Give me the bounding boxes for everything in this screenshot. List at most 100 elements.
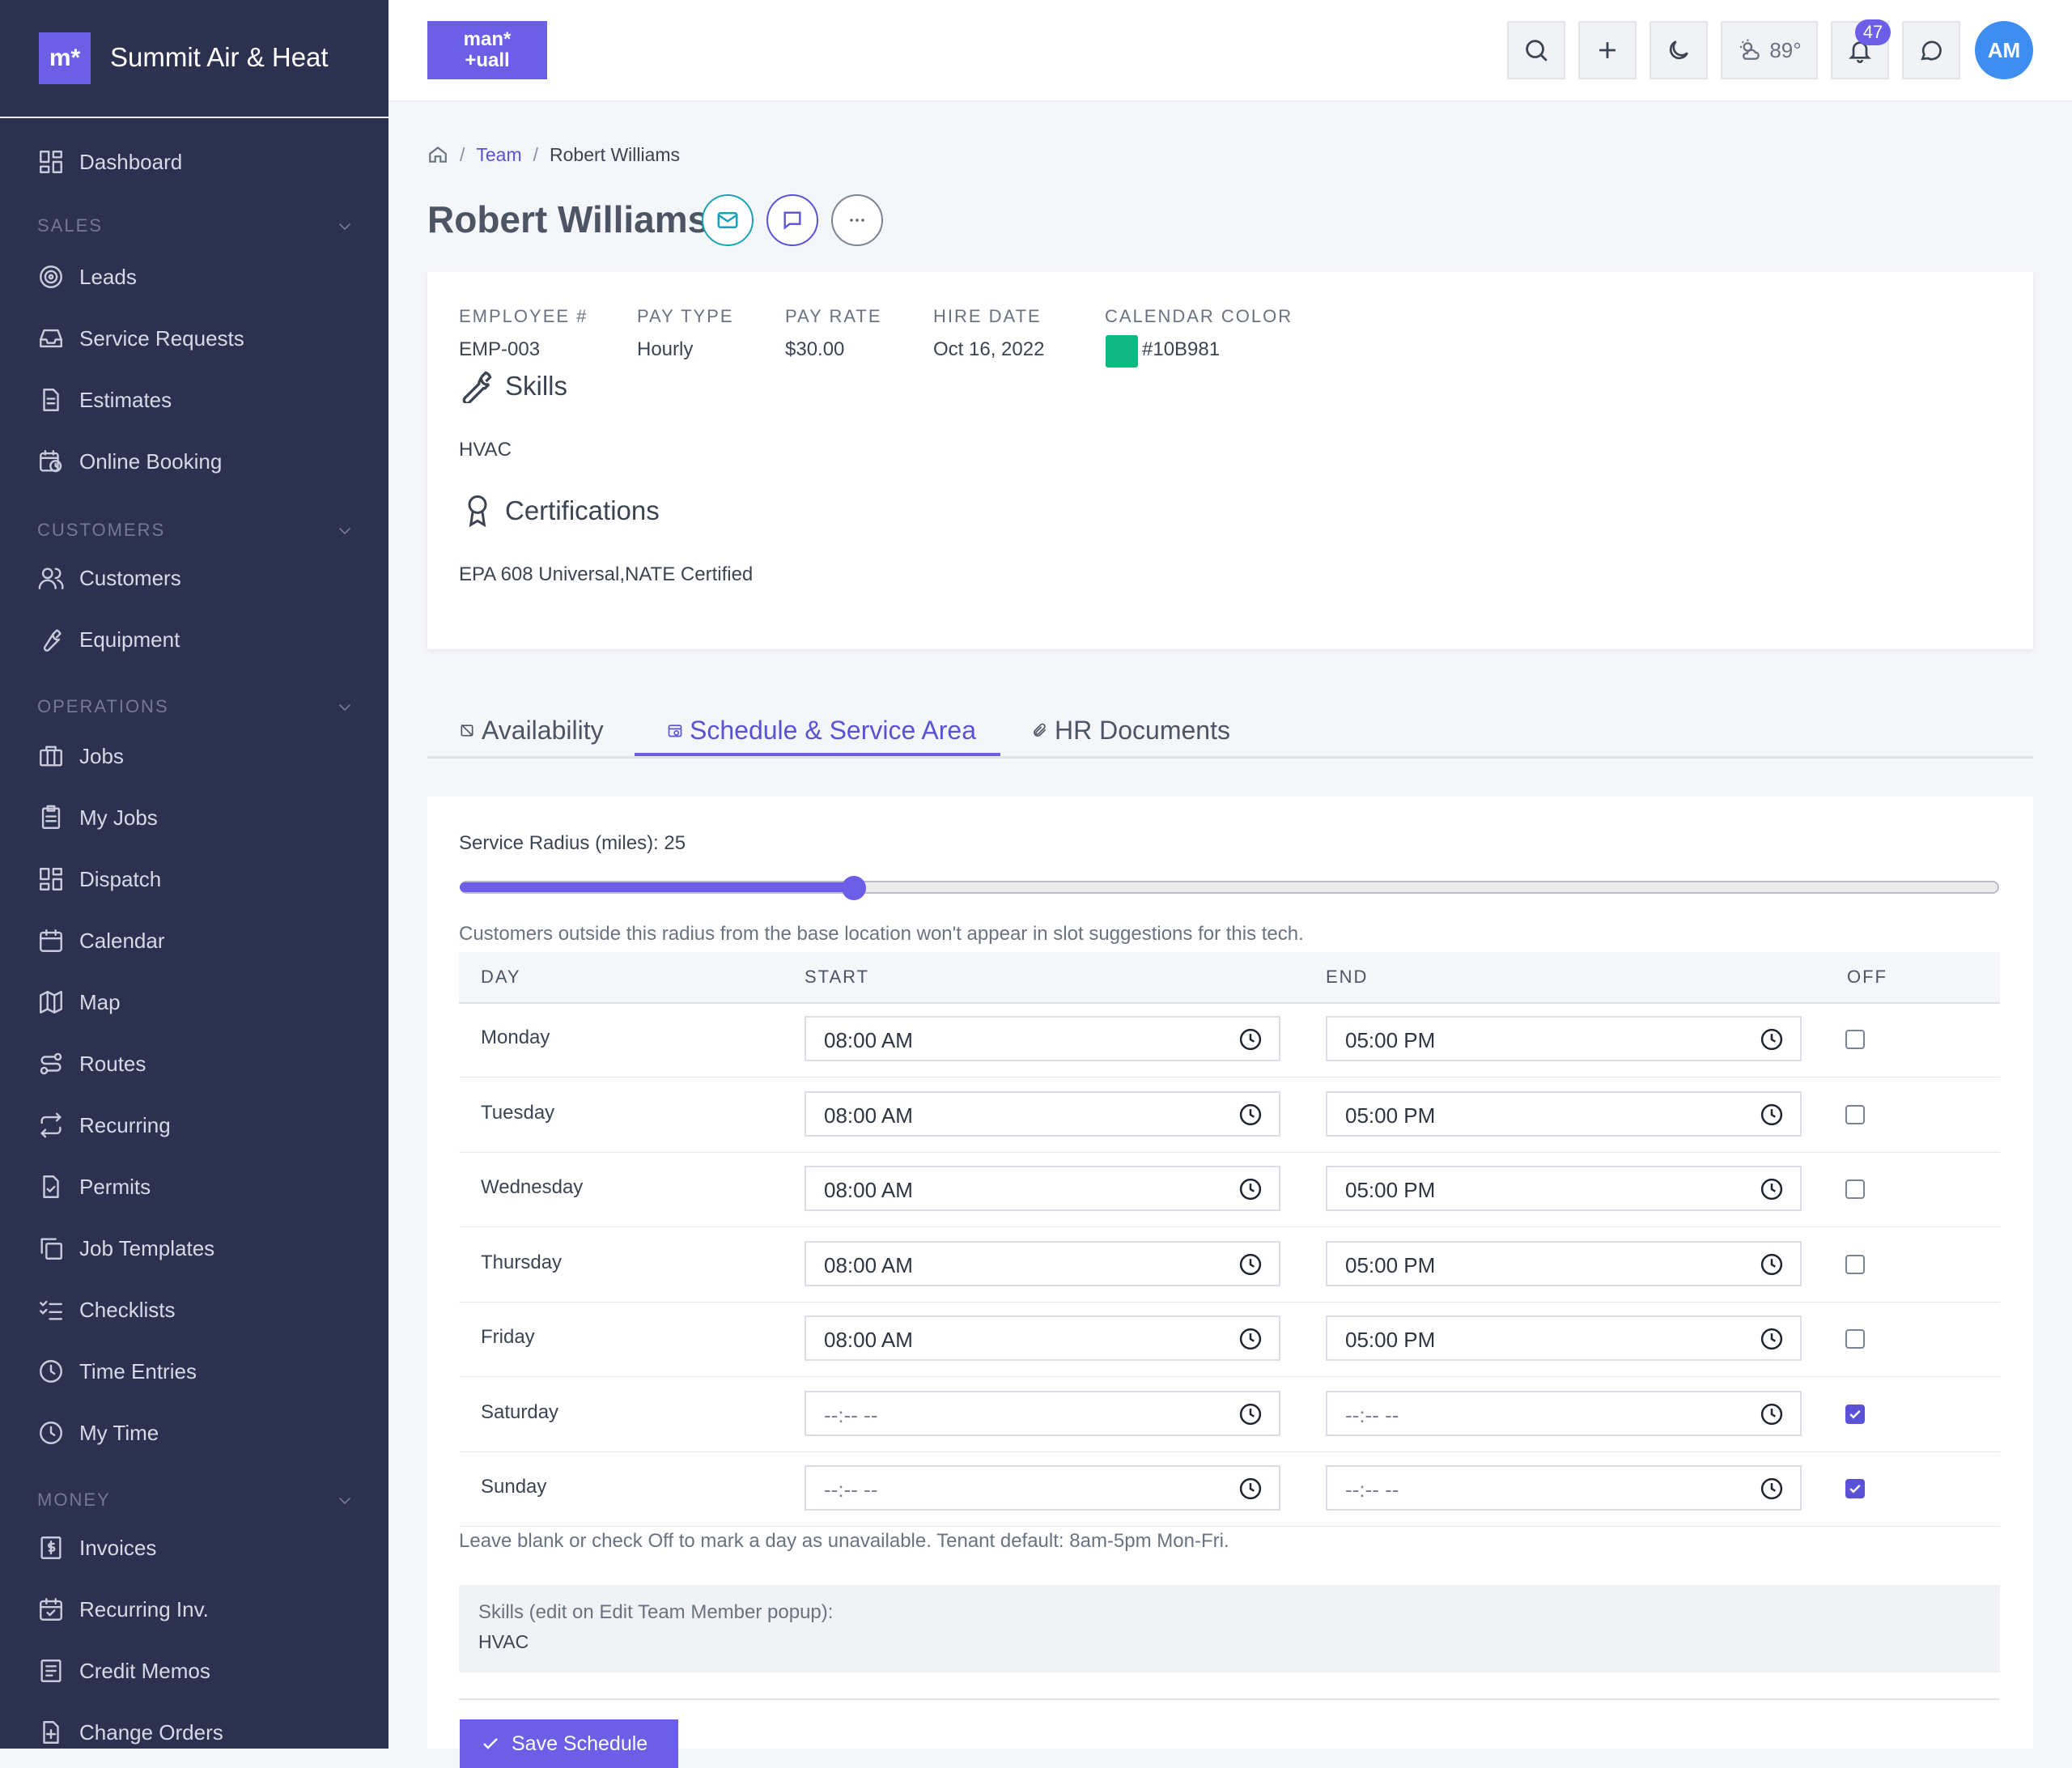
end-time-input[interactable]: --:-- -- xyxy=(1326,1390,1802,1436)
clock-icon[interactable] xyxy=(1238,1477,1263,1501)
start-time-input[interactable]: 08:00 AM xyxy=(805,1016,1280,1061)
sidebar-item-checklists[interactable]: Checklists xyxy=(37,1290,175,1330)
sidebar-item-label: Permits xyxy=(79,1174,151,1199)
end-time-input[interactable]: --:-- -- xyxy=(1326,1465,1802,1511)
clock-icon[interactable] xyxy=(1238,1252,1263,1277)
clock-icon[interactable] xyxy=(1760,1477,1784,1501)
sidebar-item-calendar[interactable]: Calendar xyxy=(37,920,165,961)
tab-hr-documents[interactable]: HR Documents xyxy=(1032,704,1230,756)
clock-icon[interactable] xyxy=(1760,1177,1784,1201)
sidebar-item-permits[interactable]: Permits xyxy=(37,1167,151,1207)
brand[interactable]: m* Summit Air & Heat xyxy=(0,0,388,118)
clock-icon[interactable] xyxy=(1760,1327,1784,1351)
off-checkbox[interactable] xyxy=(1845,1104,1865,1124)
clipboard-icon xyxy=(41,805,61,829)
sidebar-section-sales[interactable]: SALES xyxy=(37,212,355,240)
tab-availability[interactable]: Availability xyxy=(459,704,604,756)
clock-icon[interactable] xyxy=(1238,1103,1263,1127)
sidebar-item-my-time[interactable]: My Time xyxy=(37,1413,159,1453)
calendar-color-value: #10B981 xyxy=(1142,338,1221,360)
sidebar-section-customers[interactable]: CUSTOMERS xyxy=(37,516,355,544)
skills-title: Skills xyxy=(505,371,568,401)
sidebar-item-credit-memos[interactable]: Credit Memos xyxy=(37,1651,210,1691)
app-logo-line1: man* xyxy=(463,28,512,50)
sidebar-item-label: Credit Memos xyxy=(79,1658,210,1683)
off-checkbox[interactable] xyxy=(1845,1254,1865,1274)
sidebar-item-recurring[interactable]: Recurring xyxy=(37,1105,171,1145)
repeat-icon xyxy=(40,1112,62,1138)
sidebar-item-my-jobs[interactable]: My Jobs xyxy=(37,797,158,838)
start-time-input[interactable]: 08:00 AM xyxy=(805,1240,1280,1286)
end-time-input[interactable]: 05:00 PM xyxy=(1326,1166,1802,1211)
more-actions-button[interactable] xyxy=(831,194,883,246)
end-time-input[interactable]: 05:00 PM xyxy=(1326,1016,1802,1061)
start-time-input[interactable]: 08:00 AM xyxy=(805,1166,1280,1211)
search-icon xyxy=(1526,40,1548,62)
search-button[interactable] xyxy=(1507,21,1565,79)
sidebar-item-recurring-inv[interactable]: Recurring Inv. xyxy=(37,1589,209,1630)
sidebar-item-customers[interactable]: Customers xyxy=(37,558,181,598)
sidebar-item-label: Equipment xyxy=(79,627,180,652)
app-logo[interactable]: man* +uall xyxy=(427,21,547,79)
end-time-input[interactable]: 05:00 PM xyxy=(1326,1090,1802,1137)
sidebar-section-label: SALES xyxy=(37,215,103,236)
service-radius-label: Service Radius (miles): 25 xyxy=(459,832,686,854)
off-checkbox[interactable] xyxy=(1845,1404,1865,1424)
wrench-icon xyxy=(460,368,495,403)
start-time-input[interactable]: 08:00 AM xyxy=(805,1090,1280,1137)
user-avatar[interactable]: AM xyxy=(1975,21,2033,79)
home-link[interactable] xyxy=(427,144,448,165)
sidebar-item-time-entries[interactable]: Time Entries xyxy=(37,1351,197,1392)
off-checkbox[interactable] xyxy=(1845,1030,1865,1049)
sidebar-item-job-templates[interactable]: Job Templates xyxy=(37,1228,214,1269)
start-time-input[interactable]: --:-- -- xyxy=(805,1390,1280,1436)
email-button[interactable] xyxy=(702,194,754,246)
weather-widget[interactable]: 89° xyxy=(1721,21,1818,79)
tab-schedule-service-area[interactable]: Schedule & Service Area xyxy=(667,704,976,756)
sidebar-item-label: Online Booking xyxy=(79,448,223,474)
grid-icon xyxy=(40,151,62,173)
dark-mode-toggle[interactable] xyxy=(1650,21,1708,79)
add-button[interactable] xyxy=(1578,21,1637,79)
end-time-input[interactable]: 05:00 PM xyxy=(1326,1315,1802,1361)
start-time-input[interactable]: 08:00 AM xyxy=(805,1315,1280,1361)
sidebar-item-service-requests[interactable]: Service Requests xyxy=(37,318,244,359)
sidebar-item-map[interactable]: Map xyxy=(37,982,121,1022)
message-button[interactable] xyxy=(766,194,818,246)
sidebar-item-change-orders[interactable]: Change Orders xyxy=(37,1712,223,1753)
sidebar-item-online-booking[interactable]: Online Booking xyxy=(37,441,222,482)
start-time-value: --:-- -- xyxy=(824,1402,878,1427)
sidebar-section-money[interactable]: MONEY xyxy=(37,1486,355,1514)
sidebar-section-operations[interactable]: OPERATIONS xyxy=(37,693,355,720)
off-checkbox[interactable] xyxy=(1845,1479,1865,1498)
sidebar-item-leads[interactable]: Leads xyxy=(37,257,137,297)
clock-icon[interactable] xyxy=(1238,1027,1263,1052)
clock-icon[interactable] xyxy=(1760,1252,1784,1277)
sidebar-item-invoices[interactable]: Invoices xyxy=(37,1528,156,1568)
chevron-down-icon xyxy=(339,528,350,534)
calendar-clock-icon xyxy=(40,450,62,473)
day-label: Wednesday xyxy=(481,1176,584,1198)
clock-icon[interactable] xyxy=(1238,1177,1263,1201)
off-checkbox[interactable] xyxy=(1845,1329,1865,1349)
clock-icon[interactable] xyxy=(1238,1402,1263,1426)
save-schedule-button[interactable]: Save Schedule xyxy=(460,1719,678,1768)
breadcrumb-team-link[interactable]: Team xyxy=(476,144,521,166)
clock-icon[interactable] xyxy=(1760,1027,1784,1052)
end-time-input[interactable]: 05:00 PM xyxy=(1326,1240,1802,1286)
sidebar-item-routes[interactable]: Routes xyxy=(37,1043,146,1084)
off-checkbox[interactable] xyxy=(1845,1179,1865,1199)
clock-icon[interactable] xyxy=(1760,1402,1784,1426)
schedule-row-tuesday: Tuesday 08:00 AM 05:00 PM xyxy=(459,1077,2000,1153)
start-time-input[interactable]: --:-- -- xyxy=(805,1465,1280,1511)
slider-thumb[interactable] xyxy=(841,876,866,900)
sidebar-item-dashboard[interactable]: Dashboard xyxy=(37,142,182,182)
sidebar-item-equipment[interactable]: Equipment xyxy=(37,619,180,660)
skills-info-box: Skills (edit on Edit Team Member popup):… xyxy=(459,1585,2000,1672)
sidebar-item-jobs[interactable]: Jobs xyxy=(37,736,124,776)
sidebar-item-estimates[interactable]: Estimates xyxy=(37,380,172,420)
clock-icon[interactable] xyxy=(1760,1103,1784,1127)
sidebar-item-dispatch[interactable]: Dispatch xyxy=(37,859,161,899)
messages-button[interactable] xyxy=(1902,21,1960,79)
clock-icon[interactable] xyxy=(1238,1327,1263,1351)
